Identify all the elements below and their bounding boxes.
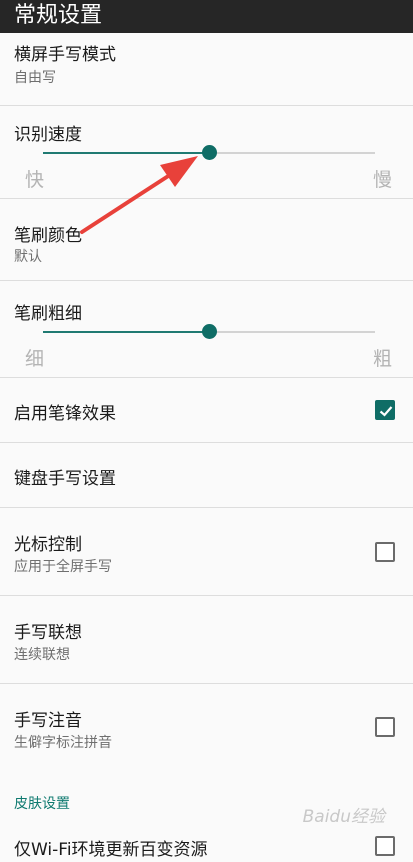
page-title: 常规设置 [14,3,103,28]
watermark: Baidu经验 [302,807,385,827]
setting-brush-color[interactable]: 笔刷颜色 默认 [0,199,413,281]
setting-wifi-update[interactable]: 仅Wi-Fi环境更新百变资源 [0,822,413,862]
wifi-update-checkbox[interactable] [375,836,395,856]
thickness-slider[interactable] [43,324,375,339]
setting-handwriting-association[interactable]: 手写联想 连续联想 [0,596,413,684]
setting-stroke-effect[interactable]: 启用笔锋效果 [0,378,413,443]
slider-thumb[interactable] [202,145,217,160]
setting-cursor-control[interactable]: 光标控制 应用于全屏手写 [0,508,413,596]
setting-title: 启用笔锋效果 [14,404,116,424]
setting-title: 横屏手写模式 [14,45,116,65]
setting-handwriting-pinyin[interactable]: 手写注音 生僻字标注拼音 [0,684,413,766]
setting-brush-thickness: 笔刷粗细 细 粗 [0,281,413,378]
section-header-skin: 皮肤设置 [14,796,70,812]
setting-title: 仅Wi-Fi环境更新百变资源 [14,840,208,860]
setting-subtitle: 自由写 [14,70,56,86]
slider-fill [43,331,209,333]
setting-title: 笔刷颜色 [14,226,82,246]
check-icon [379,406,393,417]
slider-min-label: 细 [25,348,45,370]
setting-title: 光标控制 [14,535,82,555]
cursor-control-checkbox[interactable] [375,542,395,562]
setting-title: 手写联想 [14,623,82,643]
speed-slider[interactable] [43,145,375,160]
setting-title: 识别速度 [14,125,82,145]
setting-landscape-mode[interactable]: 横屏手写模式 自由写 [0,33,413,106]
setting-subtitle: 生僻字标注拼音 [14,735,112,751]
setting-title: 手写注音 [14,711,82,731]
slider-thumb[interactable] [202,324,217,339]
slider-min-label: 快 [25,169,45,191]
slider-fill [43,152,209,154]
setting-title: 键盘手写设置 [14,469,116,489]
slider-max-label: 粗 [373,348,393,370]
setting-subtitle: 默认 [14,249,42,265]
setting-subtitle: 连续联想 [14,647,70,663]
stroke-effect-checkbox[interactable] [375,400,395,420]
app-bar: 常规设置 [0,0,413,33]
setting-keyboard-handwriting[interactable]: 键盘手写设置 [0,443,413,508]
slider-max-label: 慢 [373,169,393,191]
setting-title: 笔刷粗细 [14,304,82,324]
pinyin-checkbox[interactable] [375,717,395,737]
setting-subtitle: 应用于全屏手写 [14,559,112,575]
setting-recognition-speed: 识别速度 快 慢 [0,106,413,199]
